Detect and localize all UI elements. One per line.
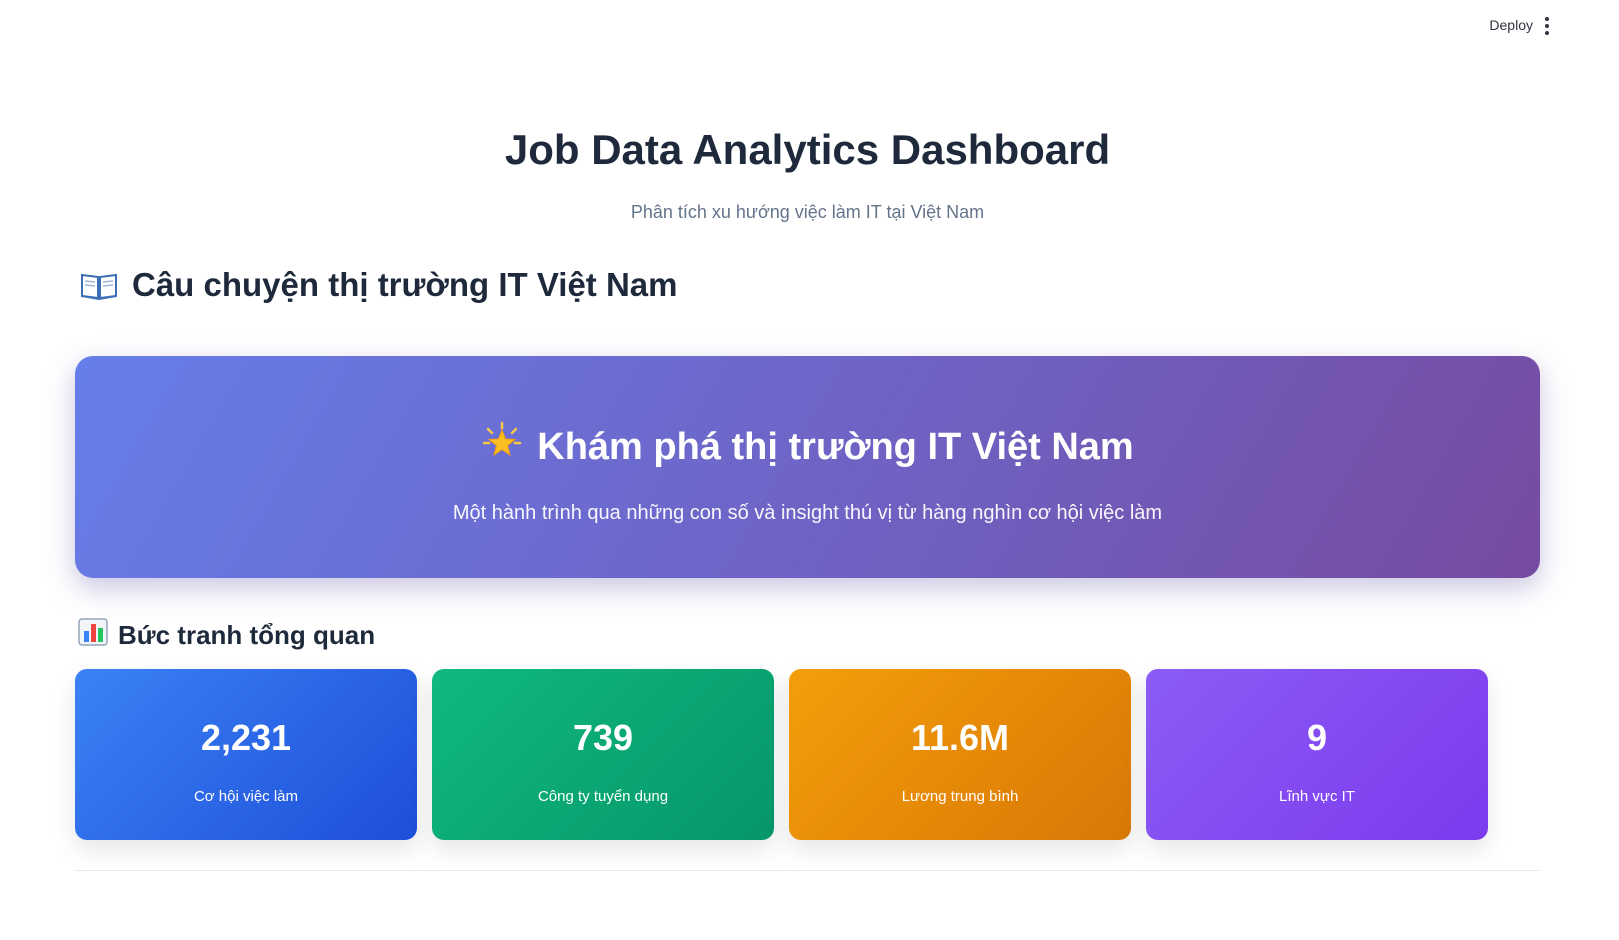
metric-value: 2,231 — [200, 717, 292, 758]
page-subtitle: Phân tích xu hướng việc làm IT tại Việt … — [630, 202, 985, 222]
metric-value: 739 — [572, 717, 634, 758]
metric-label: Cơ hội việc làm — [193, 788, 299, 805]
metric-label: Công ty tuyển dụng — [537, 788, 669, 805]
metric-value: 9 — [1306, 717, 1328, 758]
story-section-title: Câu chuyện thị trường IT Việt Nam — [132, 266, 678, 303]
top-toolbar: Deploy — [0, 0, 1619, 52]
hero-description: Một hành trình qua những con số và insig… — [452, 502, 1163, 524]
metrics-row: 2,231 Cơ hội việc làm 739 Công ty tuyển … — [75, 669, 1540, 840]
metric-card-job-opportunities: 2,231 Cơ hội việc làm — [75, 669, 417, 840]
metric-value: 11.6M — [910, 717, 1010, 758]
page-title: Job Data Analytics Dashboard — [504, 126, 1111, 173]
main-menu-icon[interactable] — [1539, 14, 1555, 38]
glowing-star-icon — [481, 421, 523, 473]
hero-heading: Khám phá thị trường IT Việt Nam — [75, 421, 1540, 473]
metric-card-average-salary: 11.6M Lương trung bình — [789, 669, 1131, 840]
hero-banner: Khám phá thị trường IT Việt Nam Một hành… — [75, 356, 1540, 578]
overview-section-header: Bức tranh tổng quan — [78, 618, 375, 653]
metric-card-it-fields: 9 Lĩnh vực IT — [1146, 669, 1488, 840]
deploy-button[interactable]: Deploy — [1489, 17, 1533, 33]
overview-section-title: Bức tranh tổng quan — [118, 620, 376, 650]
metric-label: Lương trung bình — [901, 788, 1019, 805]
story-section-header: Câu chuyện thị trường IT Việt Nam — [80, 266, 677, 304]
open-book-icon — [80, 270, 118, 300]
hero-title: Khám phá thị trường IT Việt Nam — [537, 425, 1134, 468]
bar-chart-icon — [78, 618, 108, 653]
metric-label: Lĩnh vực IT — [1279, 788, 1355, 805]
metric-card-hiring-companies: 739 Công ty tuyển dụng — [432, 669, 774, 840]
section-divider — [75, 870, 1540, 871]
